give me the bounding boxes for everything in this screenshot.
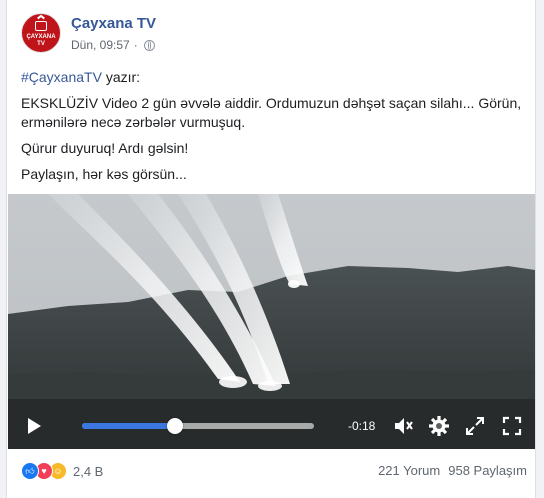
- volume-icon[interactable]: [393, 415, 415, 437]
- shares-count-link[interactable]: 958 Paylaşım: [448, 463, 527, 478]
- fullscreen-icon[interactable]: [501, 415, 523, 437]
- globe-icon: [143, 39, 155, 51]
- meta-separator: ·: [133, 38, 138, 52]
- post-intro-text: yazır:: [101, 69, 141, 85]
- page-name-link[interactable]: Çayxana TV: [71, 15, 156, 32]
- post-paragraph-3: Paylaşın, hər kəs görsün...: [21, 166, 187, 182]
- avatar-text-line1: ÇAYXANA: [26, 34, 56, 40]
- video-player[interactable]: -0:18: [8, 194, 535, 449]
- engagement-counts: 221 Yorum 958 Paylaşım: [378, 463, 527, 478]
- post-timestamp[interactable]: Dün, 09:57: [71, 38, 130, 52]
- post-card: ÇAYXANA TV Çayxana TV Dün, 09:57 · #Çayx…: [6, 0, 536, 498]
- comments-count-link[interactable]: 221 Yorum: [378, 463, 440, 478]
- video-time-remaining: -0:18: [348, 419, 376, 433]
- video-progress-fill: [82, 423, 175, 429]
- page-avatar[interactable]: ÇAYXANA TV: [21, 13, 61, 53]
- reactions-summary[interactable]: 👍︎ ♥ ☺ 2,4 B: [21, 462, 103, 480]
- play-icon[interactable]: [28, 418, 41, 434]
- expand-icon[interactable]: [464, 415, 486, 437]
- post-footer: 👍︎ ♥ ☺ 2,4 B 221 Yorum 958 Paylaşım: [21, 458, 527, 484]
- post-intro-line: #ÇayxanaTV yazır:: [21, 68, 527, 87]
- video-progress-bar[interactable]: [82, 418, 314, 434]
- post-paragraph-1: EKSKLÜZİV Video 2 gün əvvələ aiddir. Ord…: [21, 95, 522, 130]
- settings-icon[interactable]: [428, 415, 450, 437]
- post-body: #ÇayxanaTV yazır: EKSKLÜZİV Video 2 gün …: [21, 68, 527, 191]
- post-meta: Dün, 09:57 ·: [71, 38, 155, 52]
- video-controls: -0:18: [8, 404, 535, 449]
- tv-logo-icon: [35, 21, 47, 31]
- like-reaction-icon: 👍︎: [21, 462, 39, 480]
- avatar-text-line2: TV: [37, 41, 45, 47]
- video-scrubber-handle[interactable]: [166, 418, 183, 434]
- post-paragraph-2: Qürur duyuruq! Ardı gəlsin!: [21, 140, 189, 156]
- hashtag-link[interactable]: #ÇayxanaTV: [21, 69, 102, 85]
- reactions-count[interactable]: 2,4 B: [73, 464, 103, 479]
